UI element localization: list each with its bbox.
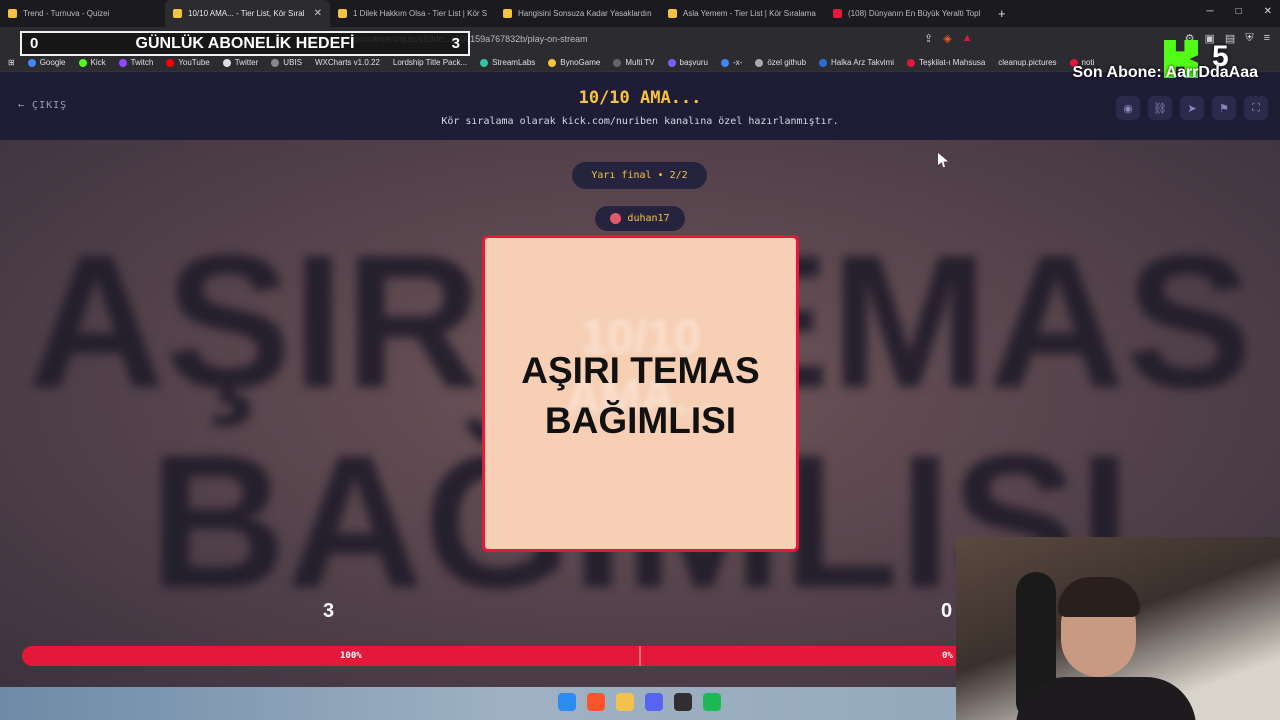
score-left: 3 <box>323 600 335 622</box>
webcam-overlay <box>956 537 1280 720</box>
bookmark-twitch[interactable]: Twitch <box>118 58 153 67</box>
discord-icon[interactable] <box>645 693 663 711</box>
fullscreen-icon[interactable]: ⛶ <box>1244 96 1268 120</box>
last-subscriber: Son Abone: AarrDdaAaa <box>1072 64 1258 81</box>
bookmark-cleanup[interactable]: cleanup.pictures <box>998 58 1056 67</box>
google-icon <box>27 58 36 67</box>
vpn-icon[interactable]: ⛨ <box>1245 32 1253 45</box>
quiz-subtitle: Kör sıralama olarak kick.com/nuriben kan… <box>441 116 839 127</box>
close-tab-icon[interactable]: ✕ <box>314 8 322 19</box>
bookmark-bynogame[interactable]: BynoGame <box>548 58 600 67</box>
bookmark-apps[interactable]: ⊞ <box>8 58 15 67</box>
share-icon[interactable]: ⇪ <box>924 32 933 45</box>
browser-tabbar: Trend - Turnuva - Quizei 10/10 AMA... - … <box>0 0 1280 27</box>
tab-quizei-trend[interactable]: Trend - Turnuva - Quizei <box>0 0 165 27</box>
google-icon <box>721 58 729 67</box>
calendar-icon <box>819 58 828 67</box>
bookmark-halka-arz[interactable]: Halka Arz Takvimi <box>819 58 894 67</box>
tab-dilek[interactable]: 1 Dilek Hakkım Olsa - Tier List | Kör S <box>330 0 495 27</box>
tab-asla-yemem[interactable]: Asla Yemem - Tier List | Kör Sıralama <box>660 0 825 27</box>
bookmark-google[interactable]: Google <box>27 58 66 67</box>
percent-right: 0% <box>942 651 953 661</box>
youtube-icon <box>907 58 916 67</box>
goal-target: 3 <box>451 35 460 52</box>
form-icon <box>667 58 676 67</box>
bookmark-github[interactable]: özel github <box>755 58 806 67</box>
quizei-icon <box>173 9 182 18</box>
brave-shield-icon[interactable]: ◈ <box>943 32 951 45</box>
score-right: 0 <box>941 600 953 622</box>
windows-icon[interactable] <box>558 693 576 711</box>
streamlabs-icon <box>480 58 489 67</box>
bookmark-lordship[interactable]: Lordship Title Pack... <box>393 58 467 67</box>
menu-icon[interactable]: ≡ <box>1264 32 1270 45</box>
youtube-icon <box>833 9 842 18</box>
avatar <box>610 213 622 224</box>
obs-icon[interactable] <box>674 693 692 711</box>
close-window-icon[interactable]: ✕ <box>1264 6 1272 17</box>
bookmark-streamlabs[interactable]: StreamLabs <box>480 58 535 67</box>
ubis-icon <box>271 58 280 67</box>
header-actions: ◉ ⛓ ➤ ⚑ ⛶ <box>1116 96 1268 120</box>
bookmark-youtube[interactable]: YouTube <box>166 58 210 67</box>
quizei-icon <box>8 9 17 18</box>
quizei-icon <box>668 9 677 18</box>
new-tab-button[interactable]: + <box>990 6 1014 21</box>
kick-icon <box>78 58 87 67</box>
address-actions: ⇪ ◈ ▲ <box>924 32 973 45</box>
goal-title: GÜNLÜK ABONELİK HEDEFİ <box>135 34 355 52</box>
app-header: ← ÇIKIŞ 10/10 AMA... Kör sıralama olarak… <box>0 72 1280 140</box>
progress-divider <box>639 646 641 666</box>
link-icon[interactable]: ⛓ <box>1148 96 1172 120</box>
folder-icon[interactable] <box>616 693 634 711</box>
brave-icon[interactable] <box>587 693 605 711</box>
round-badge: Yarı final • 2/2 <box>572 162 707 189</box>
streamer-hair <box>1058 577 1140 617</box>
minimize-icon[interactable]: ─ <box>1206 6 1213 17</box>
tab-youtube[interactable]: (108) Dünyanın En Büyük Yeralti Topl <box>825 0 990 27</box>
window-controls: ─ □ ✕ <box>1206 6 1272 17</box>
twitch-icon <box>118 58 127 67</box>
eye-icon[interactable]: ◉ <box>1116 96 1140 120</box>
bynogame-icon <box>548 58 557 67</box>
card-title: AŞIRI TEMAS BAĞIMLISI <box>521 350 760 441</box>
subscription-goal-overlay: 0 GÜNLÜK ABONELİK HEDEFİ 3 <box>20 31 470 56</box>
user-badge: duhan17 <box>595 206 685 231</box>
bookmark-multitv[interactable]: Multi TV <box>613 58 655 67</box>
github-icon <box>755 58 764 67</box>
quizei-icon <box>503 9 512 18</box>
bookmark-twitter[interactable]: Twitter <box>222 58 258 67</box>
tv-icon <box>613 58 622 67</box>
tab-10-10-ama[interactable]: 10/10 AMA... - Tier List, Kör Sıral ✕ <box>165 0 330 27</box>
spotify-icon[interactable] <box>703 693 721 711</box>
flag-icon[interactable]: ⚑ <box>1212 96 1236 120</box>
taskbar-icons <box>558 693 721 711</box>
bookmark-kick[interactable]: Kick <box>78 58 106 67</box>
send-icon[interactable]: ➤ <box>1180 96 1204 120</box>
maximize-icon[interactable]: □ <box>1236 6 1242 17</box>
streamer-body <box>1016 677 1196 720</box>
x-icon <box>222 58 231 67</box>
bookmark-basvuru[interactable]: başvuru <box>667 58 708 67</box>
quiz-title: 10/10 AMA... <box>578 88 702 108</box>
brave-rewards-icon[interactable]: ▲ <box>962 32 973 45</box>
quizei-icon <box>338 9 347 18</box>
bookmark-wxcharts[interactable]: WXCharts v1.0.22 <box>315 58 380 67</box>
youtube-icon <box>166 58 175 67</box>
bookmark-teskilat[interactable]: Teşkilat-ı Mahsusa <box>907 58 985 67</box>
tab-yasak[interactable]: Hangisini Sonsuza Kadar Yasaklardın <box>495 0 660 27</box>
goal-current: 0 <box>30 35 39 52</box>
percent-left: 100% <box>340 651 362 661</box>
choice-card[interactable]: 10/10 AMA... AŞIRI TEMAS BAĞIMLISI <box>482 235 799 552</box>
bookmark-ubis[interactable]: UBIS <box>271 58 302 67</box>
bookmark-x[interactable]: -x- <box>721 58 742 67</box>
